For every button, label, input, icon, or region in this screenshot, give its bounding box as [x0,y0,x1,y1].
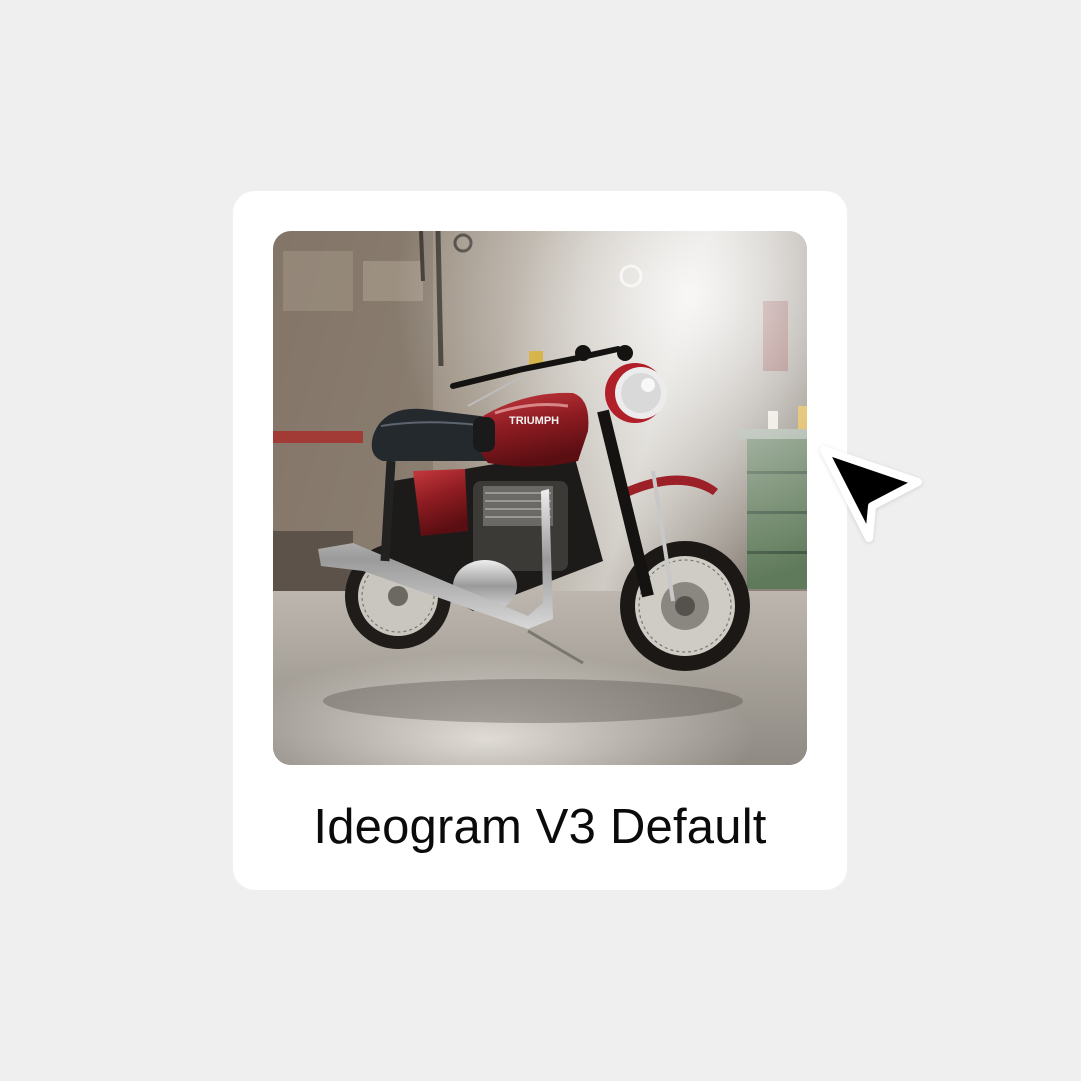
image-card[interactable]: TRIUMPH Ideogram V3 Default [233,191,847,890]
pointer-arrow-icon [820,446,922,542]
tank-badge-text: TRIUMPH [509,415,559,427]
card-caption: Ideogram V3 Default [313,800,767,854]
motorcycle-image[interactable]: TRIUMPH [273,231,807,765]
